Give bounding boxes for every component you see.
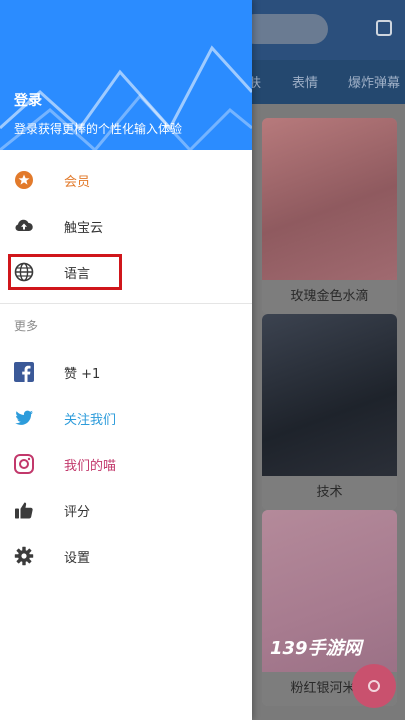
palette-fab-button[interactable] [352, 664, 396, 708]
theme-card-title: 玫瑰金色水滴 [262, 280, 397, 314]
palette-icon [368, 680, 380, 692]
login-subtitle: 登录获得更棒的个性化输入体验 [14, 122, 183, 136]
login-title[interactable]: 登录 [14, 90, 42, 110]
theme-card-title: 技术 [262, 476, 397, 510]
menu-item-label: 关注我们 [64, 413, 117, 428]
menu-item-settings[interactable]: 设置 [0, 534, 252, 578]
theme-preview-image [262, 118, 397, 280]
divider [0, 303, 252, 304]
menu-item-membership[interactable]: 会员 [0, 158, 252, 202]
theme-card[interactable]: 玫瑰金色水滴 [262, 118, 397, 314]
star-badge-icon [15, 171, 33, 189]
search-bar[interactable] [240, 14, 328, 44]
twitter-icon [15, 410, 34, 425]
menu-item-like[interactable]: 赞 +1 [0, 350, 252, 394]
drawer-header[interactable]: 登录 登录获得更棒的个性化输入体验 [0, 0, 252, 150]
menu-item-label: 会员 [64, 175, 91, 190]
watermark: 139手游网 [270, 638, 362, 659]
facebook-icon [14, 362, 34, 382]
thumbs-up-icon [15, 502, 33, 519]
instagram-icon [14, 454, 34, 474]
tab-stickers[interactable]: 表情 [292, 72, 318, 91]
menu-item-our-cat[interactable]: 我们的喵 [0, 442, 252, 486]
theme-card[interactable]: 技术 [262, 314, 397, 510]
store-icon[interactable] [376, 20, 392, 36]
section-label-more: 更多 [14, 319, 39, 333]
menu-item-label: 我们的喵 [64, 459, 117, 474]
menu-item-follow[interactable]: 关注我们 [0, 396, 252, 440]
cloud-upload-icon [15, 219, 33, 232]
highlight-box [8, 254, 122, 290]
menu-item-label: 评分 [64, 505, 91, 520]
menu-item-label: 设置 [64, 551, 91, 566]
tab-barrage[interactable]: 爆炸弹幕 [348, 72, 400, 91]
navigation-drawer: 登录 登录获得更棒的个性化输入体验 会员 触宝云 语言 更多 赞 +1 关注我们… [0, 0, 252, 720]
gear-icon [14, 546, 34, 566]
menu-item-rate[interactable]: 评分 [0, 488, 252, 532]
theme-preview-image [262, 314, 397, 476]
menu-item-label: 赞 +1 [64, 367, 101, 382]
menu-item-label: 触宝云 [64, 221, 104, 236]
menu-item-cloud[interactable]: 触宝云 [0, 204, 252, 248]
